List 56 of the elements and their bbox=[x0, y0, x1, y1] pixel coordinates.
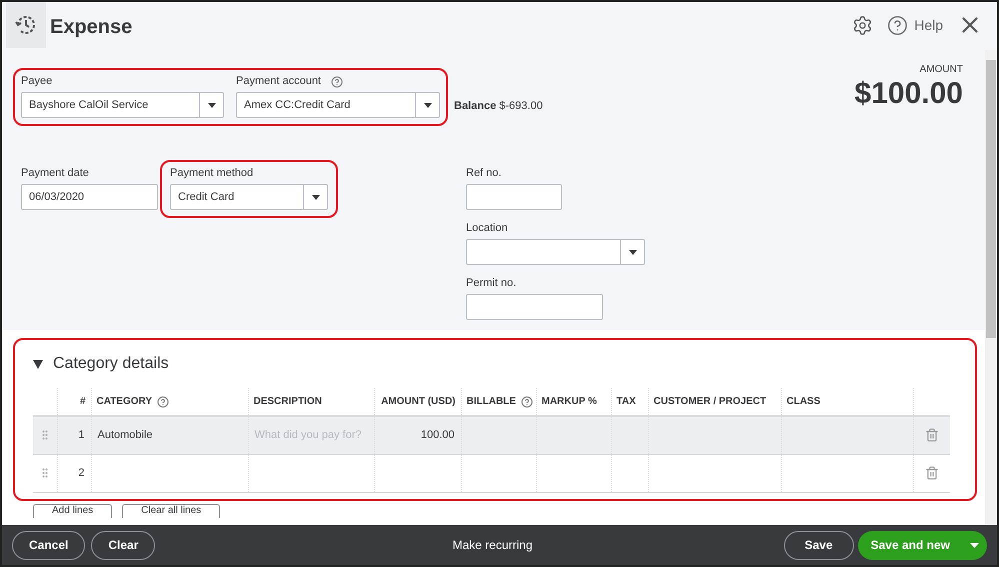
caret-icon bbox=[312, 194, 320, 200]
payment-account-dropdown[interactable]: Amex CC:Credit Card bbox=[236, 92, 440, 118]
help-button[interactable]: Help bbox=[887, 14, 943, 36]
column-header: MARKUP % bbox=[536, 388, 611, 416]
amount-label: AMOUNT bbox=[920, 63, 963, 77]
location-dropdown[interactable] bbox=[466, 239, 645, 265]
drag-handle-cell[interactable] bbox=[33, 454, 57, 492]
field-label: Payment account bbox=[236, 75, 321, 88]
table-row[interactable]: 2 bbox=[33, 454, 950, 492]
trash-icon[interactable] bbox=[924, 466, 939, 480]
field-label: Payment method bbox=[170, 167, 254, 180]
field-label: Permit no. bbox=[466, 277, 518, 290]
field-label: Payment date bbox=[21, 167, 90, 180]
permit-no-field[interactable] bbox=[466, 294, 603, 320]
table-cell: 100.00 bbox=[374, 416, 461, 454]
amount-total: $100.00 bbox=[854, 77, 963, 111]
table-cell: 1 bbox=[57, 416, 91, 454]
trash-icon[interactable] bbox=[924, 428, 939, 442]
payee-dropdown[interactable]: Bayshore CalOil Service bbox=[21, 92, 224, 118]
payment-method-dropdown[interactable]: Credit Card bbox=[170, 184, 328, 210]
field-label: Payee bbox=[21, 75, 54, 88]
footer-button[interactable]: Clear bbox=[91, 530, 156, 560]
window-title: Expense bbox=[50, 15, 132, 40]
help-icon[interactable] bbox=[157, 396, 170, 408]
field-label: Location bbox=[466, 222, 509, 235]
caret-icon bbox=[424, 102, 432, 108]
section-toggle[interactable]: Category details bbox=[33, 352, 169, 376]
field-label: Ref no. bbox=[466, 167, 502, 180]
drag-handle-cell[interactable] bbox=[33, 416, 57, 454]
column-header: TAX bbox=[611, 388, 648, 416]
table-action-button[interactable]: Add lines bbox=[33, 504, 112, 518]
column-header: DESCRIPTION bbox=[248, 388, 374, 416]
column-header: # bbox=[57, 388, 91, 416]
help-icon[interactable] bbox=[520, 396, 533, 408]
scrollbar[interactable] bbox=[985, 50, 997, 525]
column-header: BILLABLE bbox=[461, 388, 536, 416]
column-header: CLASS bbox=[781, 388, 913, 416]
save-button[interactable]: Save bbox=[784, 530, 854, 560]
footer-button[interactable]: Cancel bbox=[12, 530, 86, 560]
history-clock-icon[interactable] bbox=[14, 13, 38, 37]
date-field[interactable]: 06/03/2020 bbox=[21, 184, 158, 210]
help-icon bbox=[887, 14, 908, 36]
table-cell: 2 bbox=[57, 454, 91, 492]
column-header: CUSTOMER / PROJECT bbox=[648, 388, 781, 416]
caret-icon bbox=[628, 250, 636, 254]
caret-icon bbox=[208, 102, 216, 108]
make-recurring-link[interactable]: Make recurring bbox=[201, 536, 784, 554]
balance-text: Balance $-693.00 bbox=[454, 99, 543, 114]
ref-no-field[interactable] bbox=[466, 184, 562, 210]
table-action-button[interactable]: Clear all lines bbox=[122, 504, 220, 518]
column-header: AMOUNT (USD) bbox=[374, 388, 461, 416]
caret-icon bbox=[970, 542, 979, 548]
table-cell: Automobile bbox=[91, 416, 248, 454]
help-icon[interactable] bbox=[331, 76, 343, 88]
column-header: CATEGORY bbox=[91, 388, 248, 416]
settings-icon[interactable] bbox=[852, 14, 874, 36]
